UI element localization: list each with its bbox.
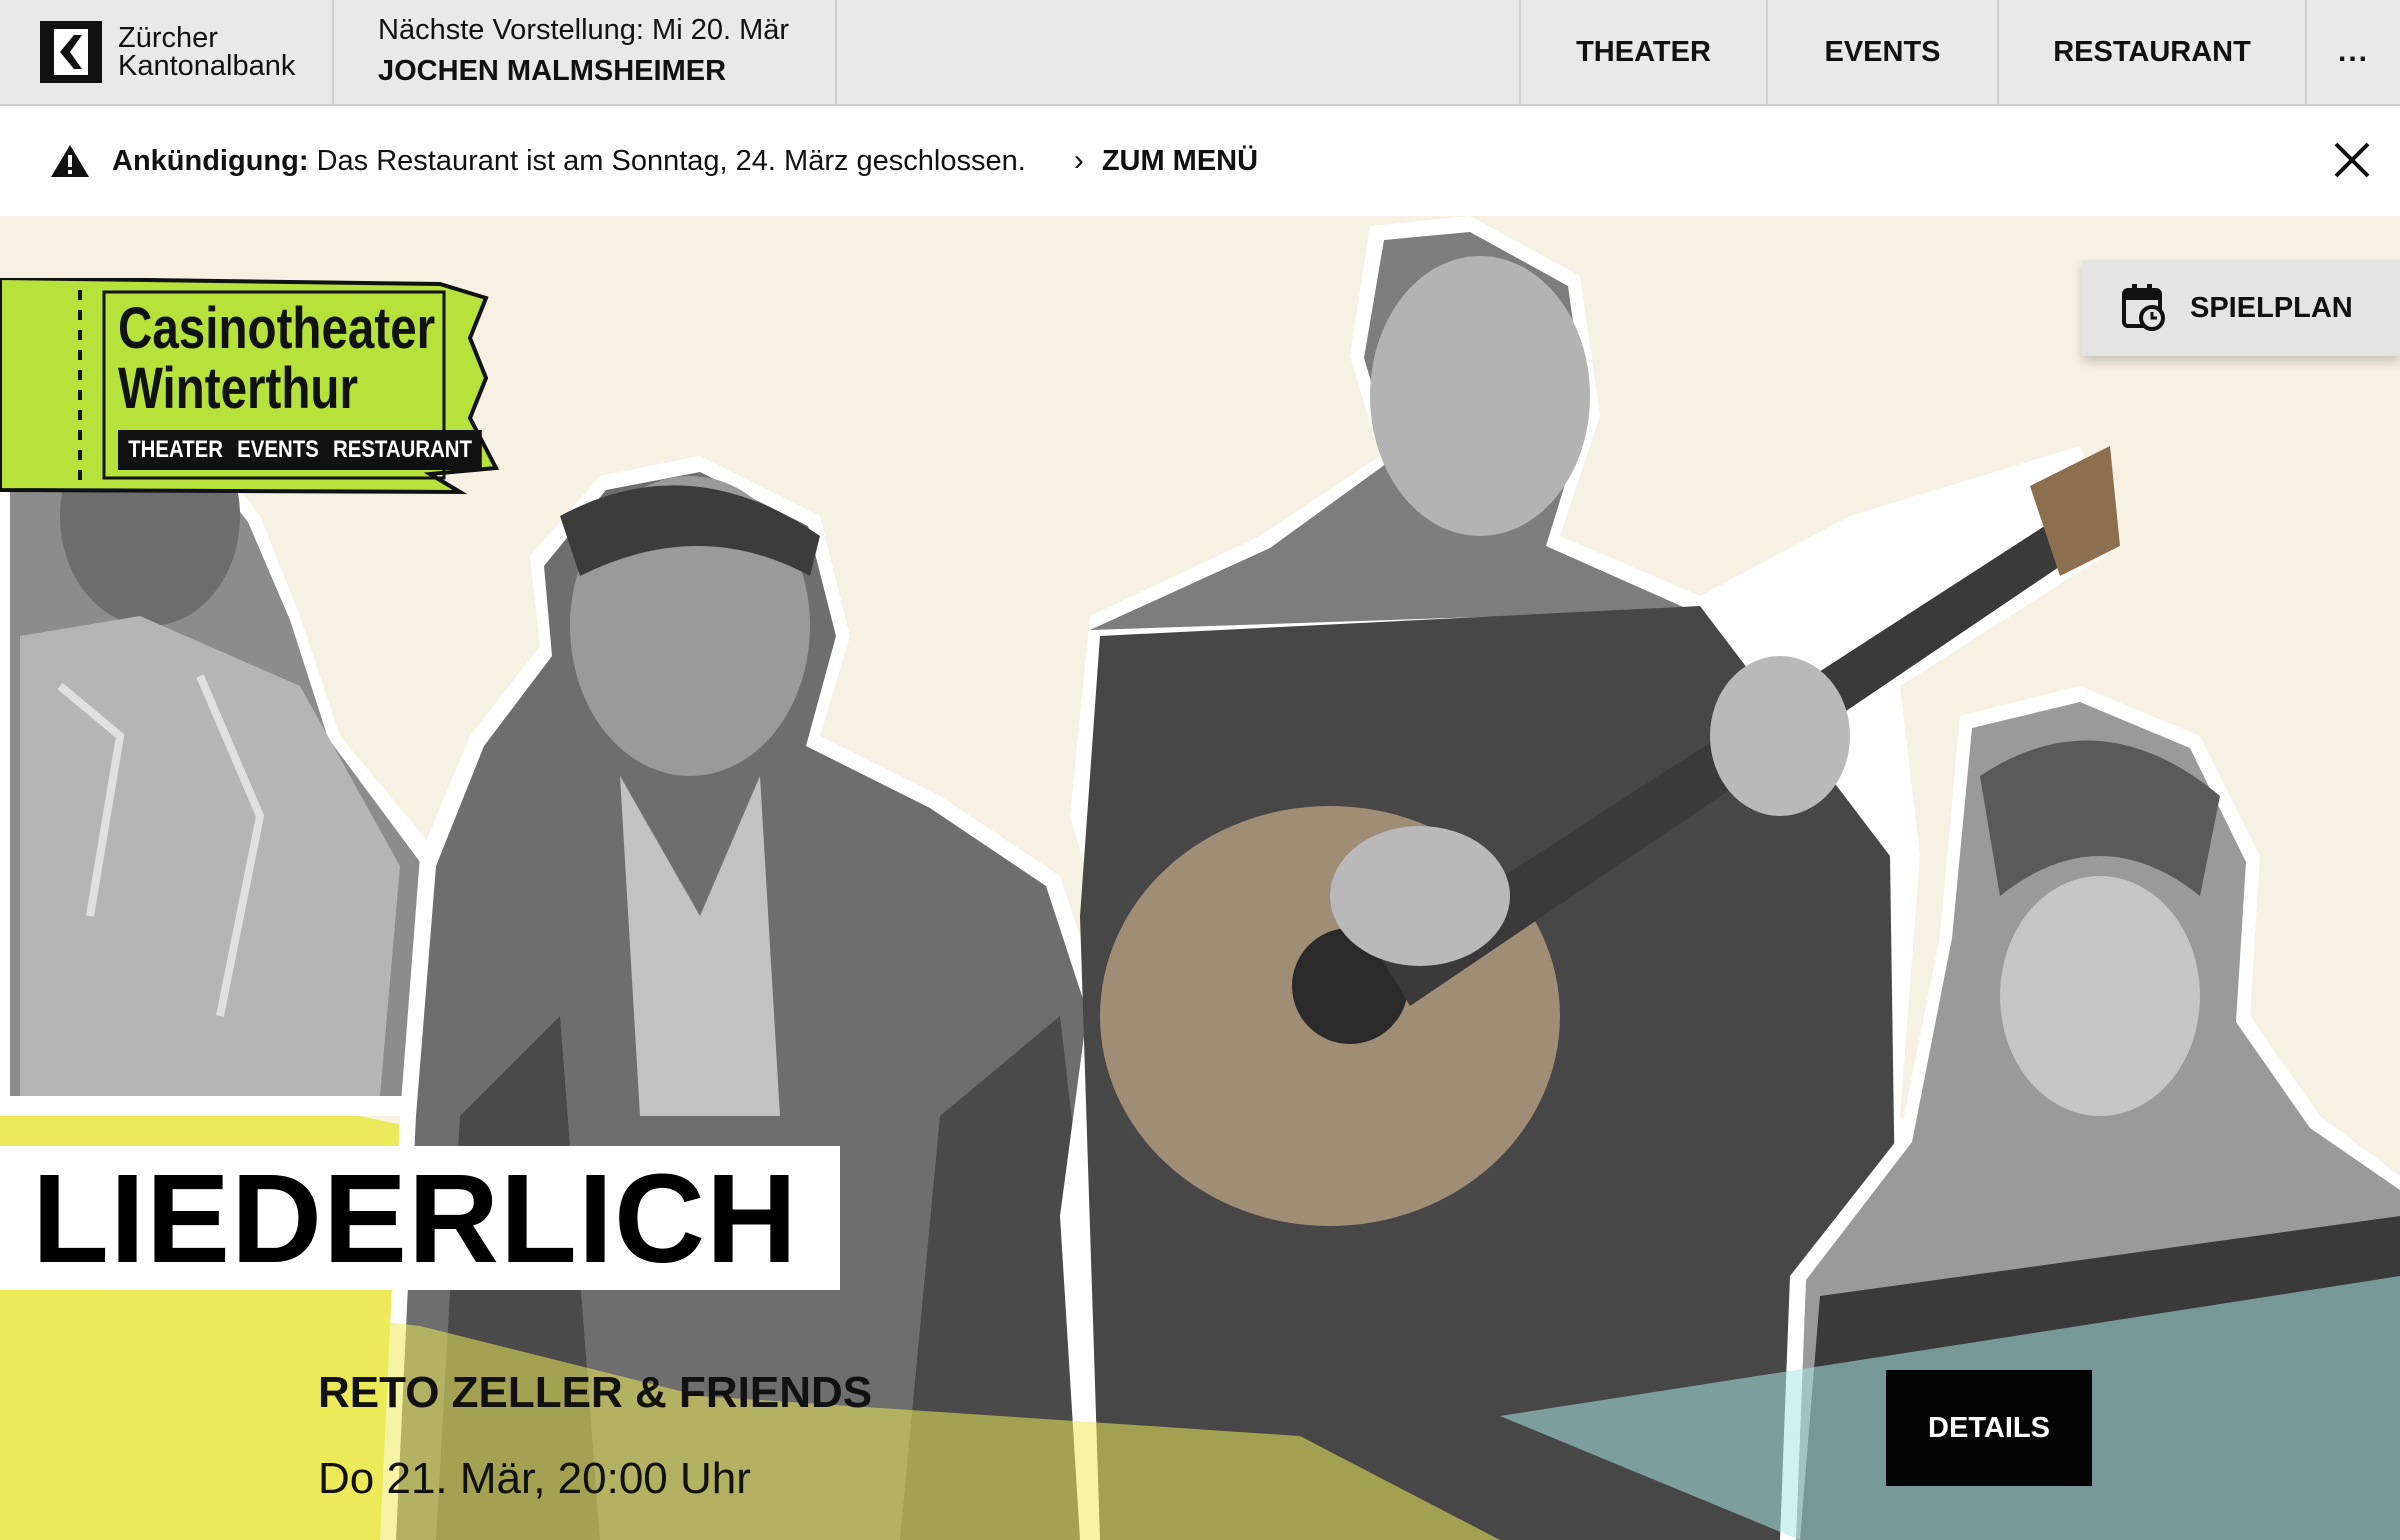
show-title: LIEDERLICH — [32, 1147, 798, 1289]
menu-link[interactable]: › ZUM MENÜ — [1074, 144, 1258, 178]
show-artist: RETO ZELLER & FRIENDS — [318, 1368, 873, 1417]
nav-more-button[interactable]: ... — [2307, 0, 2400, 104]
announcement-label: Ankündigung: — [112, 144, 309, 177]
calendar-clock-icon — [2122, 284, 2165, 331]
topbar-spacer — [837, 0, 1521, 104]
nav-restaurant[interactable]: RESTAURANT — [1999, 0, 2307, 104]
hero-banner[interactable]: Casinotheater Winterthur THEATER EVENTS … — [0, 216, 2400, 1540]
chevron-right-icon: › — [1073, 144, 1084, 177]
announcement-bar: Ankündigung: Das Restaurant ist am Sonnt… — [0, 106, 2400, 216]
sponsor-logo[interactable]: Zürcher Kantonalbank — [0, 0, 334, 104]
show-date: Do 21. Mär, 20:00 Uhr — [318, 1454, 751, 1503]
next-show-title: JOCHEN MALMSHEIMER — [378, 55, 727, 87]
sponsor-line1: Zürcher — [118, 22, 218, 54]
details-button[interactable]: DETAILS — [1886, 1370, 2092, 1486]
announcement-message: Das Restaurant ist am Sonntag, 24. März … — [308, 144, 1026, 177]
logo-line2: Winterthur — [118, 356, 358, 421]
sponsor-line2: Kantonalbank — [118, 50, 296, 82]
next-show[interactable]: Nächste Vorstellung: Mi 20. Mär JOCHEN M… — [334, 0, 837, 104]
nav-theater[interactable]: THEATER — [1521, 0, 1768, 104]
zkb-logo-icon — [40, 21, 102, 83]
announcement-text: Ankündigung: Das Restaurant ist am Sonnt… — [112, 145, 1026, 178]
performer-photo-1 — [0, 406, 440, 1116]
logo-line1: Casinotheater — [118, 296, 436, 361]
show-title-box: LIEDERLICH — [0, 1146, 840, 1290]
sponsor-name: Zürcher Kantonalbank — [118, 22, 296, 82]
next-show-label: Nächste Vorstellung: Mi 20. Mär — [378, 14, 790, 46]
menu-link-label: ZUM MENÜ — [1101, 144, 1259, 177]
nav-events[interactable]: EVENTS — [1768, 0, 1999, 104]
spielplan-button[interactable]: SPIELPLAN — [2082, 260, 2400, 356]
top-bar: Zürcher Kantonalbank Nächste Vorstellung… — [0, 0, 2400, 106]
logo-tagline: THEATER EVENTS RESTAURANT — [118, 430, 483, 470]
casinotheater-logo[interactable]: Casinotheater Winterthur THEATER EVENTS … — [0, 278, 500, 498]
close-icon[interactable] — [2330, 138, 2374, 182]
spielplan-label: SPIELPLAN — [2190, 291, 2353, 324]
warning-icon — [51, 145, 89, 177]
